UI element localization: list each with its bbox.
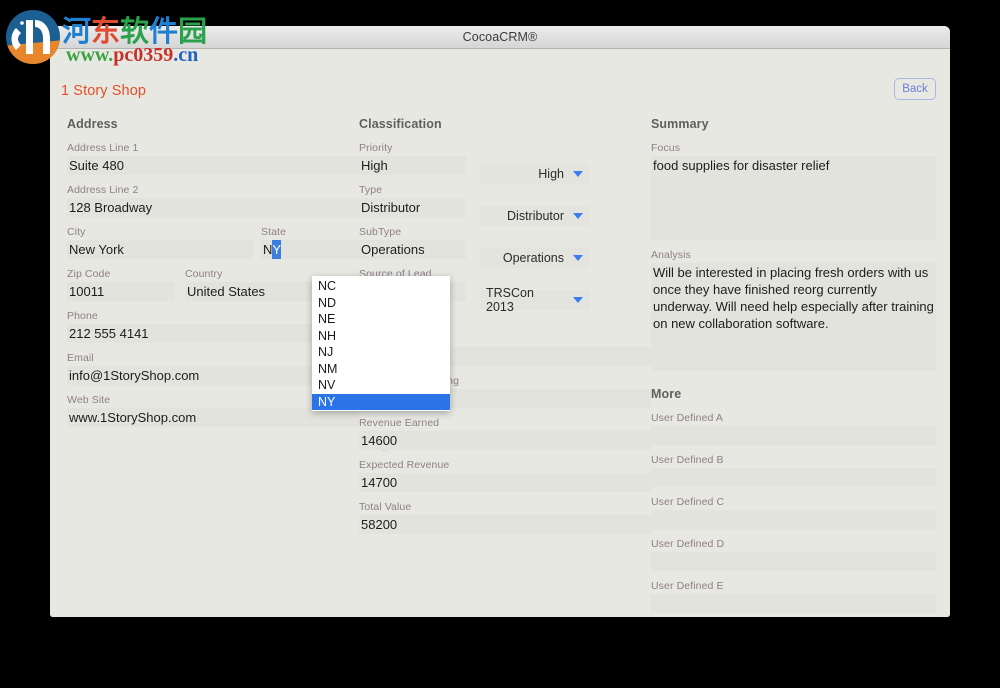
source-of-lead-popup-wrap: TRSCon 2013 — [480, 290, 590, 310]
city-input[interactable]: New York — [67, 240, 253, 259]
field-zip-code: Zip Code 10011 — [67, 268, 175, 301]
field-type: Type Distributor — [359, 184, 466, 217]
type-select[interactable]: Distributor — [480, 206, 590, 226]
user-defined-e-input[interactable] — [651, 594, 936, 613]
field-label: Priority — [359, 142, 466, 154]
address-heading: Address — [67, 117, 359, 131]
chevron-down-icon — [573, 171, 583, 177]
field-label: User Defined A — [651, 412, 936, 424]
field-label: Revenue Earned — [359, 417, 651, 429]
field-address-line-1: Address Line 1 Suite 480 — [67, 142, 359, 175]
source-of-lead-select[interactable]: TRSCon 2013 — [480, 290, 590, 310]
state-option-nh[interactable]: NH — [312, 328, 450, 345]
user-defined-c-input[interactable] — [651, 510, 936, 529]
field-user-defined-e: User Defined E — [651, 580, 936, 613]
field-label: Focus — [651, 142, 936, 154]
state-option-nm[interactable]: NM — [312, 361, 450, 378]
state-input[interactable]: NY — [261, 240, 359, 259]
type-select-value: Distributor — [507, 209, 564, 223]
field-priority: Priority High — [359, 142, 466, 175]
summary-heading: Summary — [651, 117, 936, 131]
row-type: Type Distributor Distributor — [359, 184, 651, 226]
state-option-nj[interactable]: NJ — [312, 344, 450, 361]
priority-input[interactable]: High — [359, 156, 466, 175]
priority-select[interactable]: High — [480, 164, 590, 184]
field-city: City New York — [67, 226, 253, 259]
state-text-selection: Y — [272, 240, 281, 259]
chevron-down-icon — [573, 255, 583, 261]
back-button[interactable]: Back — [894, 78, 936, 100]
revenue-earned-input[interactable]: 14600 — [359, 431, 651, 450]
field-label: User Defined C — [651, 496, 936, 508]
state-option-nc[interactable]: NC — [312, 278, 450, 295]
focus-textarea[interactable]: food supplies for disaster relief — [651, 156, 936, 240]
state-text: N — [263, 240, 272, 259]
city-state-row: City New York State NY — [67, 226, 359, 268]
field-revenue-earned: Revenue Earned 14600 — [359, 417, 651, 450]
classification-heading: Classification — [359, 117, 651, 131]
more-heading: More — [651, 387, 936, 401]
row-subtype: SubType Operations Operations — [359, 226, 651, 268]
screen: CocoaCRM® 1 Story Shop Back Address Addr… — [0, 0, 1000, 688]
field-focus: Focus food supplies for disaster relief — [651, 142, 936, 240]
address-line-1-input[interactable]: Suite 480 — [67, 156, 359, 175]
subtype-select[interactable]: Operations — [480, 248, 590, 268]
field-label: SubType — [359, 226, 466, 238]
field-label: User Defined E — [651, 580, 936, 592]
field-total-value: Total Value 58200 — [359, 501, 651, 534]
field-label: Total Value — [359, 501, 651, 513]
field-label: State — [261, 226, 359, 238]
field-label: Type — [359, 184, 466, 196]
field-label: User Defined D — [651, 538, 936, 550]
field-label: Analysis — [651, 249, 936, 261]
state-option-nv[interactable]: NV — [312, 377, 450, 394]
user-defined-d-input[interactable] — [651, 552, 936, 571]
field-expected-revenue: Expected Revenue 14700 — [359, 459, 651, 492]
window-title: CocoaCRM® — [463, 30, 538, 44]
expected-revenue-input[interactable]: 14700 — [359, 473, 651, 492]
priority-popup-wrap: High — [480, 164, 590, 184]
state-option-ny[interactable]: NY — [312, 394, 450, 411]
field-label: User Defined B — [651, 454, 936, 466]
window-titlebar: CocoaCRM® — [50, 26, 950, 49]
chevron-down-icon — [573, 213, 583, 219]
field-analysis: Analysis Will be interested in placing f… — [651, 249, 936, 371]
source-of-lead-select-value: TRSCon 2013 — [486, 286, 564, 314]
field-user-defined-d: User Defined D — [651, 538, 936, 571]
field-user-defined-a: User Defined A — [651, 412, 936, 445]
field-label: Zip Code — [67, 268, 175, 280]
subtype-select-value: Operations — [503, 251, 564, 265]
field-label: Address Line 1 — [67, 142, 359, 154]
state-dropdown-menu[interactable]: NCNDNENHNJNMNVNY — [312, 276, 450, 411]
priority-select-value: High — [538, 167, 564, 181]
field-subtype: SubType Operations — [359, 226, 466, 259]
address-line-2-input[interactable]: 128 Broadway — [67, 198, 359, 217]
subtype-input[interactable]: Operations — [359, 240, 466, 259]
field-label: City — [67, 226, 253, 238]
app-window: CocoaCRM® 1 Story Shop Back Address Addr… — [50, 26, 950, 617]
record-title: 1 Story Shop — [61, 83, 146, 99]
field-state: State NY — [261, 226, 359, 259]
user-defined-a-input[interactable] — [651, 426, 936, 445]
state-option-ne[interactable]: NE — [312, 311, 450, 328]
user-defined-b-input[interactable] — [651, 468, 936, 487]
state-option-nd[interactable]: ND — [312, 295, 450, 312]
field-address-line-2: Address Line 2 128 Broadway — [67, 184, 359, 217]
field-label: Expected Revenue — [359, 459, 651, 471]
analysis-textarea[interactable]: Will be interested in placing fresh orde… — [651, 263, 936, 371]
zip-code-input[interactable]: 10011 — [67, 282, 175, 301]
summary-column: Summary Focus food supplies for disaster… — [651, 117, 936, 617]
total-value-input: 58200 — [359, 515, 651, 534]
chevron-down-icon — [573, 297, 583, 303]
field-user-defined-b: User Defined B — [651, 454, 936, 487]
row-priority: Priority High High — [359, 142, 651, 184]
field-user-defined-c: User Defined C — [651, 496, 936, 529]
window-content: 1 Story Shop Back Address Address Line 1… — [50, 49, 950, 617]
type-input[interactable]: Distributor — [359, 198, 466, 217]
field-label: Address Line 2 — [67, 184, 359, 196]
subtype-popup-wrap: Operations — [480, 248, 590, 268]
type-popup-wrap: Distributor — [480, 206, 590, 226]
